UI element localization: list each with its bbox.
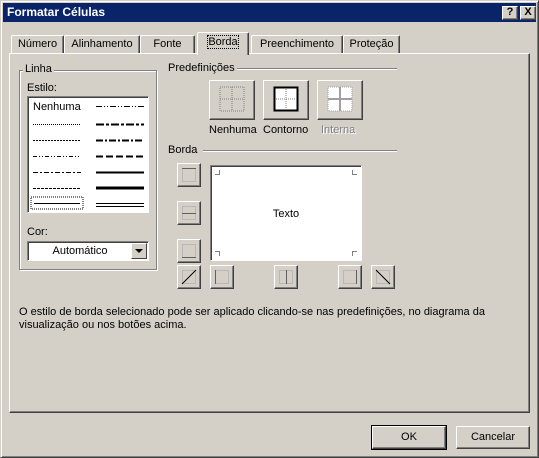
preset-inside-label: Interna xyxy=(321,124,356,136)
tab-label: Proteção xyxy=(349,38,394,50)
corner-mark-bottom-left xyxy=(215,251,220,256)
preset-none-button[interactable] xyxy=(209,80,255,120)
tab-label: Preenchimento xyxy=(260,38,334,50)
style-label: Estilo: xyxy=(27,82,57,94)
border-label: Borda xyxy=(166,144,200,156)
tab-fonte[interactable]: Fonte xyxy=(140,35,195,54)
border-diagonal-up-button[interactable] xyxy=(177,265,201,289)
tab-protecao[interactable]: Proteção xyxy=(343,35,400,54)
border-bottom-button[interactable] xyxy=(177,239,201,263)
corner-mark-top-right xyxy=(352,170,357,175)
tab-label: Borda xyxy=(207,35,239,49)
corner-mark-top-left xyxy=(215,170,220,175)
border-inside-vertical-button[interactable] xyxy=(274,265,298,289)
dialog-title: Formatar Células xyxy=(7,5,106,19)
preset-none-icon xyxy=(219,86,245,112)
border-top-button[interactable] xyxy=(177,163,201,187)
border-top-icon xyxy=(182,168,196,182)
color-label: Cor: xyxy=(27,226,48,238)
preset-outline-button[interactable] xyxy=(263,80,309,120)
border-inside-vertical-icon xyxy=(279,270,293,284)
tab-label: Fonte xyxy=(153,38,182,50)
ok-button[interactable]: OK xyxy=(371,425,447,450)
border-inside-horizontal-icon xyxy=(182,206,196,220)
preset-inside-icon xyxy=(327,86,353,112)
presets-label: Predefinições xyxy=(166,62,237,74)
border-inside-horizontal-button[interactable] xyxy=(177,201,201,225)
close-button[interactable]: X xyxy=(520,6,536,20)
border-right-button[interactable] xyxy=(338,265,362,289)
linha-group-label: Linha xyxy=(23,63,54,75)
tab-preenchimento[interactable]: Preenchimento xyxy=(251,35,343,54)
border-diagonal-down-button[interactable] xyxy=(371,265,395,289)
color-select-value: Automático xyxy=(52,245,108,257)
hint-text-line2: visualização ou nos botões acima. xyxy=(19,319,187,331)
border-separator xyxy=(203,150,397,152)
preview-text: Texto xyxy=(272,208,300,220)
border-preview[interactable]: Texto xyxy=(210,165,362,261)
cancel-button[interactable]: Cancelar xyxy=(456,426,530,449)
preset-outline-label: Contorno xyxy=(263,124,309,136)
preset-outline-icon xyxy=(273,86,299,112)
diagonal-up-icon xyxy=(181,269,197,285)
tab-label: Alinhamento xyxy=(71,38,133,50)
tab-borda[interactable]: Borda xyxy=(197,32,249,55)
preset-inside-button[interactable] xyxy=(317,80,363,120)
border-left-icon xyxy=(215,270,229,284)
hint-text-line1: O estilo de borda selecionado pode ser a… xyxy=(19,306,485,318)
border-bottom-icon xyxy=(182,244,196,258)
line-style-list[interactable]: Nenhuma xyxy=(27,96,149,213)
tab-label: Número xyxy=(17,38,58,50)
tab-alinhamento[interactable]: Alinhamento xyxy=(64,35,140,54)
border-right-icon xyxy=(343,270,357,284)
format-cells-dialog: Formatar Células ? X Número Alinhamento … xyxy=(0,0,539,458)
border-left-button[interactable] xyxy=(210,265,234,289)
corner-mark-bottom-right xyxy=(352,251,357,256)
title-bar[interactable]: Formatar Células ? X xyxy=(3,3,536,22)
presets-separator xyxy=(237,68,397,70)
line-style-samples xyxy=(30,106,144,210)
help-button[interactable]: ? xyxy=(502,6,518,20)
tab-numero[interactable]: Número xyxy=(11,35,64,54)
diagonal-down-icon xyxy=(375,269,391,285)
color-select[interactable]: Automático xyxy=(27,241,149,261)
dropdown-arrow-icon[interactable] xyxy=(131,243,147,259)
preset-none-label: Nenhuma xyxy=(209,124,257,136)
